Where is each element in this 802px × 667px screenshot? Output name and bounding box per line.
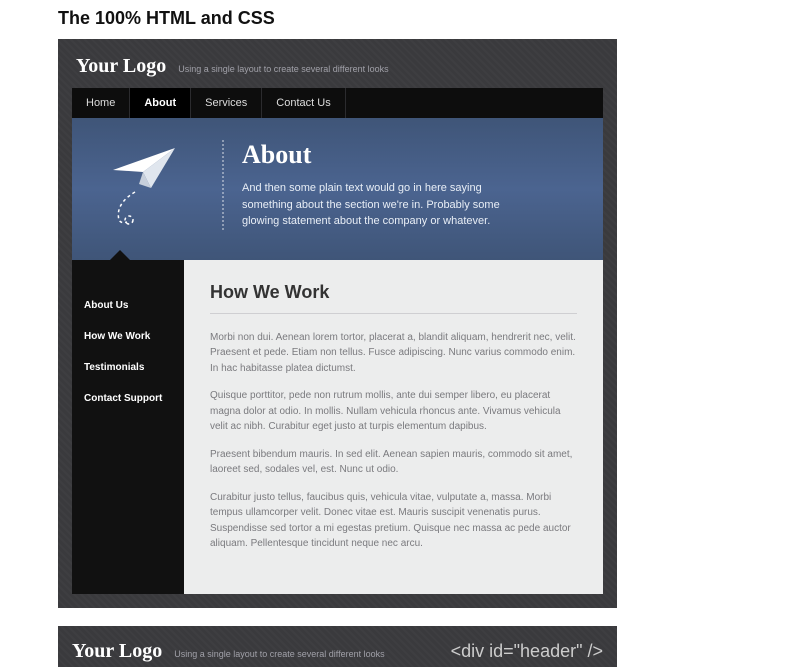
hero-divider bbox=[222, 140, 224, 230]
content-paragraph: Morbi non dui. Aenean lorem tortor, plac… bbox=[210, 330, 577, 377]
hero-title: About bbox=[242, 140, 522, 170]
nav-about[interactable]: About bbox=[130, 88, 191, 118]
top-nav: Home About Services Contact Us bbox=[72, 88, 603, 118]
sidebar-item-about-us[interactable]: About Us bbox=[72, 290, 184, 321]
footer-frame: Your Logo Using a single layout to creat… bbox=[58, 626, 617, 667]
content-paragraph: Praesent bibendum mauris. In sed elit. A… bbox=[210, 447, 577, 478]
sidebar-item-contact-support[interactable]: Contact Support bbox=[72, 383, 184, 414]
sidebar: About Us How We Work Testimonials Contac… bbox=[72, 260, 184, 594]
sidebar-item-testimonials[interactable]: Testimonials bbox=[72, 352, 184, 383]
footer-logo: Your Logo bbox=[72, 640, 162, 663]
content: How We Work Morbi non dui. Aenean lorem … bbox=[184, 260, 603, 594]
hero-subtitle: And then some plain text would go in her… bbox=[242, 180, 522, 230]
body-row: About Us How We Work Testimonials Contac… bbox=[72, 260, 603, 594]
paper-plane-icon bbox=[96, 140, 204, 230]
content-paragraph: Quisque porttitor, pede non rutrum molli… bbox=[210, 388, 577, 435]
page-heading: The 100% HTML and CSS bbox=[58, 0, 802, 39]
nav-home[interactable]: Home bbox=[72, 88, 130, 118]
nav-services[interactable]: Services bbox=[191, 88, 262, 118]
nav-contact-us[interactable]: Contact Us bbox=[262, 88, 345, 118]
content-title: How We Work bbox=[210, 282, 577, 314]
tagline: Using a single layout to create several … bbox=[178, 64, 388, 74]
hero-text: About And then some plain text would go … bbox=[242, 140, 522, 230]
content-paragraph: Curabitur justo tellus, faucibus quis, v… bbox=[210, 490, 577, 552]
sidebar-item-how-we-work[interactable]: How We Work bbox=[72, 321, 184, 352]
site-header: Your Logo Using a single layout to creat… bbox=[72, 53, 603, 88]
template-frame: Your Logo Using a single layout to creat… bbox=[58, 39, 617, 608]
logo: Your Logo bbox=[76, 55, 166, 78]
code-label: <div id="header" /> bbox=[451, 641, 603, 662]
footer-tagline: Using a single layout to create several … bbox=[174, 649, 384, 659]
hero: About And then some plain text would go … bbox=[72, 118, 603, 260]
